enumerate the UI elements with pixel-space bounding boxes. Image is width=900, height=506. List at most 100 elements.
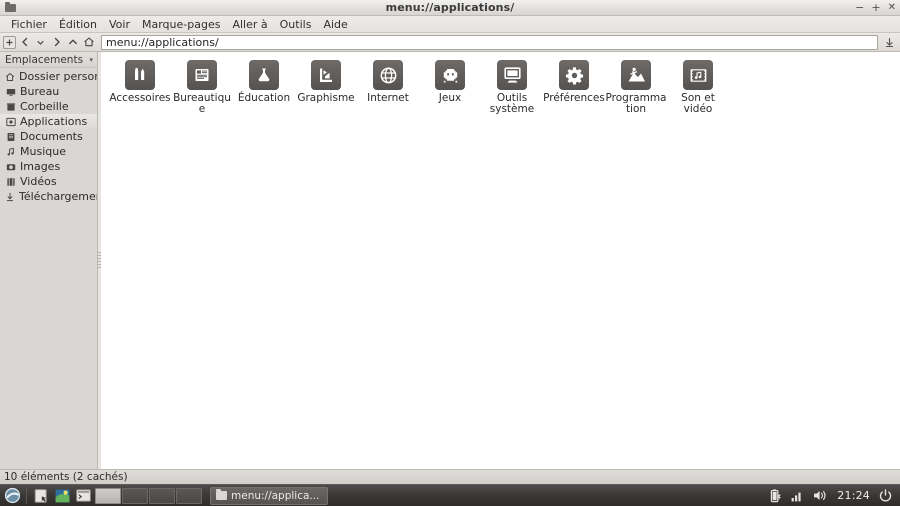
system-tray: 21:24	[769, 488, 898, 503]
games-icon	[435, 60, 465, 90]
sidebar-item-applications[interactable]: Applications	[0, 114, 97, 129]
accessories-icon	[125, 60, 155, 90]
menu-marque-pages[interactable]: Marque-pages	[136, 16, 226, 33]
sidebar-item-label: Documents	[20, 130, 83, 143]
icon-item-label: Éducation	[237, 92, 291, 104]
menu-fichier[interactable]: Fichier	[5, 16, 53, 33]
window-body: Emplacements ▾ Dossier person...	[0, 52, 900, 469]
download-icon	[5, 191, 15, 202]
icon-item-education[interactable]: Éducation	[233, 58, 295, 115]
download-icon[interactable]	[881, 34, 897, 50]
home-icon	[5, 71, 15, 82]
clock[interactable]: 21:24	[837, 489, 870, 502]
icon-item-graphisme[interactable]: Graphisme	[295, 58, 357, 115]
places-sidebar: Emplacements ▾ Dossier person...	[0, 52, 98, 469]
sidebar-item-dossier-personnel[interactable]: Dossier person...	[0, 69, 97, 84]
documents-icon	[5, 131, 16, 142]
home-icon[interactable]	[81, 35, 96, 50]
sidebar-item-musique[interactable]: Musique	[0, 144, 97, 159]
sidebar-item-documents[interactable]: Documents	[0, 129, 97, 144]
icon-item-label: Graphisme	[297, 92, 355, 104]
sidebar-list: Dossier person... Bureau Corbeille	[0, 68, 97, 204]
menu-voir[interactable]: Voir	[103, 16, 136, 33]
back-arrow-icon[interactable]	[17, 35, 32, 50]
workspace-1[interactable]	[95, 487, 121, 504]
icon-item-label: Son et vidéo	[681, 92, 715, 115]
icon-item-preferences[interactable]: Préférences	[543, 58, 605, 115]
up-arrow-icon[interactable]	[65, 35, 80, 50]
multimedia-icon	[683, 60, 713, 90]
icon-item-bureautique[interactable]: Bureautique	[171, 58, 233, 115]
new-tab-icon[interactable]	[3, 35, 16, 49]
graphics-icon	[311, 60, 341, 90]
icon-item-label: Jeux	[438, 92, 462, 104]
close-button[interactable]: ✕	[888, 3, 896, 13]
sidebar-item-images[interactable]: Images	[0, 159, 97, 174]
power-icon[interactable]	[879, 489, 892, 502]
sidebar-item-videos[interactable]: Vidéos	[0, 174, 97, 189]
menu-outils[interactable]: Outils	[274, 16, 318, 33]
workspace-2[interactable]	[122, 487, 148, 504]
chevron-down-icon[interactable]	[33, 35, 48, 50]
workspace-4[interactable]	[176, 487, 202, 504]
browser-icon[interactable]	[52, 486, 72, 505]
menu-aller-a[interactable]: Aller à	[226, 16, 273, 33]
folder-icon	[216, 489, 227, 500]
sidebar-header[interactable]: Emplacements ▾	[0, 52, 97, 68]
sidebar-item-label: Dossier person...	[19, 70, 97, 83]
menu-edition[interactable]: Édition	[53, 16, 103, 33]
location-input[interactable]: menu://applications/	[101, 34, 878, 50]
sidebar-item-label: Images	[20, 160, 61, 173]
sidebar-item-corbeille[interactable]: Corbeille	[0, 99, 97, 114]
file-manager-icon[interactable]	[31, 486, 51, 505]
sidebar-item-label: Téléchargements	[19, 190, 97, 203]
sidebar-item-bureau[interactable]: Bureau	[0, 84, 97, 99]
sidebar-item-label: Musique	[20, 145, 66, 158]
icon-item-label: Internet	[367, 92, 409, 104]
menu-aide[interactable]: Aide	[317, 16, 353, 33]
menu-icon[interactable]	[2, 486, 22, 505]
applications-icon	[5, 116, 16, 127]
sidebar-item-telechargements[interactable]: Téléchargements	[0, 189, 97, 204]
preferences-icon	[559, 60, 589, 90]
icon-item-label: Préférences	[543, 92, 605, 104]
icon-item-label: Accessoires	[109, 92, 171, 104]
terminal-icon[interactable]	[73, 486, 93, 505]
workspace-switcher[interactable]	[95, 487, 202, 504]
menubar: Fichier Édition Voir Marque-pages Aller …	[0, 16, 900, 33]
system-tools-icon	[497, 60, 527, 90]
videos-icon	[5, 176, 16, 187]
icon-item-son-et-video[interactable]: Son et vidéo	[667, 58, 729, 115]
chevron-down-icon[interactable]: ▾	[89, 56, 93, 64]
icon-item-label: Outils système	[489, 92, 535, 115]
window-title: menu://applications/	[385, 1, 515, 14]
forward-arrow-icon[interactable]	[49, 35, 64, 50]
icon-item-internet[interactable]: Internet	[357, 58, 419, 115]
network-signal-icon[interactable]	[791, 490, 804, 502]
location-value: menu://applications/	[106, 35, 219, 49]
minimize-button[interactable]: −	[855, 2, 864, 13]
icon-item-jeux[interactable]: Jeux	[419, 58, 481, 115]
file-manager-window: menu://applications/ − + ✕ Fichier Éditi…	[0, 0, 900, 484]
icon-item-label: Bureautique	[173, 92, 231, 115]
icon-view[interactable]: Accessoires Bureautique Éducation Graphi…	[101, 52, 900, 469]
icon-item-outils-systeme[interactable]: Outils système	[481, 58, 543, 115]
navigation-toolbar: menu://applications/	[0, 33, 900, 52]
window-controls: − + ✕	[855, 0, 896, 16]
taskbar: menu://applica... 21:24	[0, 484, 900, 506]
volume-icon[interactable]	[813, 489, 828, 502]
workspace-3[interactable]	[149, 487, 175, 504]
icon-item-label: Programmation	[605, 92, 667, 115]
maximize-button[interactable]: +	[871, 2, 880, 13]
sidebar-item-label: Applications	[20, 115, 88, 128]
battery-icon[interactable]	[769, 488, 782, 503]
development-icon	[621, 60, 651, 90]
education-icon	[249, 60, 279, 90]
icon-item-programmation[interactable]: Programmation	[605, 58, 667, 115]
sidebar-item-label: Corbeille	[20, 100, 69, 113]
taskbar-window-button[interactable]: menu://applica...	[210, 486, 328, 505]
sidebar-item-label: Bureau	[20, 85, 60, 98]
icon-item-accessoires[interactable]: Accessoires	[109, 58, 171, 115]
taskbar-launchers	[2, 486, 93, 505]
statusbar: 10 éléments (2 cachés)	[0, 469, 900, 484]
